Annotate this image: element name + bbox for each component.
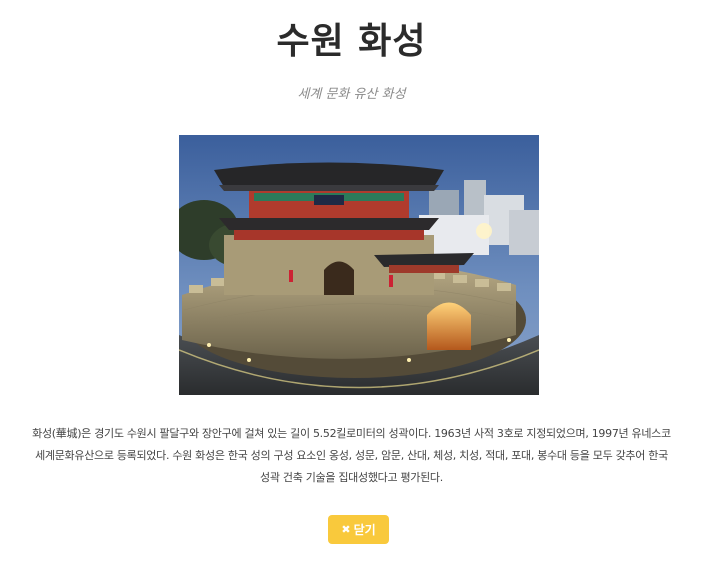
info-modal: 수원 화성 세계 문화 유산 화성 화성(華城)은 경기도 수원시 팔달구와 장… — [0, 0, 703, 562]
close-icon: ✖ — [341, 523, 351, 536]
modal-title: 수원 화성 — [276, 21, 427, 62]
close-button-label: 닫기 — [353, 523, 376, 537]
fortress-photo — [179, 135, 539, 395]
description-text: 화성(華城)은 경기도 수원시 팔달구와 장안구에 걸쳐 있는 길이 5.52킬… — [32, 427, 671, 484]
modal-subtitle: 세계 문화 유산 화성 — [297, 87, 406, 102]
close-button[interactable]: ✖ 닫기 — [328, 515, 389, 544]
